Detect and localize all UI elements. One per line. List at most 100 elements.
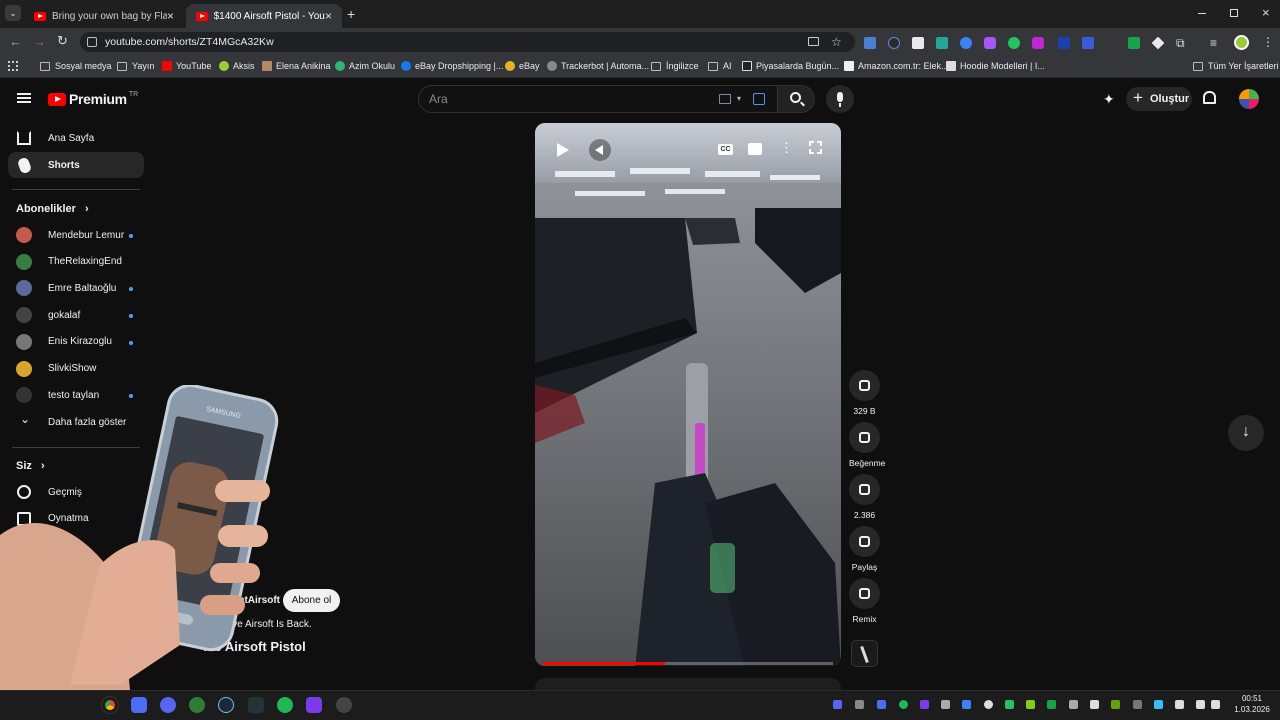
more-options-icon[interactable]: ⋮	[780, 140, 793, 156]
extension-tool-icon[interactable]	[1082, 37, 1094, 49]
discord-taskbar-icon[interactable]	[160, 697, 176, 713]
bookmark-star-icon[interactable]: ☆	[831, 32, 842, 52]
app-taskbar-icon[interactable]	[131, 697, 147, 713]
hamburger-menu-icon[interactable]	[17, 93, 31, 103]
browser-menu-icon[interactable]: ⋮	[1262, 35, 1274, 49]
play-button-icon[interactable]	[557, 143, 569, 157]
restore-icon[interactable]	[1230, 9, 1238, 17]
tray-icon[interactable]	[1133, 700, 1142, 709]
tab-airsoft[interactable]: $1400 Airsoft Pistol - YouTube ×	[186, 4, 342, 28]
bookmark-folder[interactable]: Yayın	[117, 61, 154, 71]
microphone-tray-icon[interactable]	[1175, 700, 1184, 709]
voice-search-button[interactable]	[826, 85, 854, 113]
share-button[interactable]: Paylaş	[849, 526, 880, 572]
tab-search-button[interactable]: ⌄	[5, 5, 21, 21]
youtube-logo[interactable]: Premium TR	[48, 91, 138, 107]
tray-icon[interactable]	[899, 700, 908, 709]
quality-settings-icon[interactable]	[748, 143, 762, 155]
volume-icon[interactable]	[589, 139, 611, 161]
keyboard-icon[interactable]	[719, 94, 731, 104]
network-icon[interactable]	[1196, 700, 1205, 709]
chrome-taskbar-icon[interactable]	[101, 696, 119, 714]
extension-translate-icon[interactable]	[864, 37, 876, 49]
extension-tool-icon[interactable]	[984, 37, 996, 49]
app-taskbar-icon[interactable]	[306, 697, 322, 713]
subscription-item[interactable]: SlivkiShow	[8, 356, 144, 382]
close-window-icon[interactable]: ×	[1262, 5, 1270, 20]
bookmark-folder[interactable]: İngilizce	[651, 61, 699, 71]
bookmark-item[interactable]: Amazon.com.tr: Elek...	[844, 61, 949, 71]
sidebar-item-home[interactable]: Ana Sayfa	[8, 125, 144, 151]
bookmark-item[interactable]: Trackerbot | Automa...	[547, 61, 649, 71]
tray-icon[interactable]	[1069, 700, 1078, 709]
extension-tool-icon[interactable]	[936, 37, 948, 49]
video-progress-track[interactable]	[543, 662, 833, 665]
close-tab-icon[interactable]: ×	[325, 9, 332, 23]
reading-list-icon[interactable]: ≡	[1210, 36, 1217, 50]
bookmark-folder[interactable]: Sosyal medya	[40, 61, 112, 71]
subscription-item[interactable]: Enis Kirazoglu	[8, 329, 144, 355]
extension-tool-icon[interactable]	[1128, 37, 1140, 49]
subscription-item[interactable]: Mendebur Lemur	[8, 222, 144, 248]
thumbs-up-button[interactable]: 329 B	[849, 370, 880, 416]
spotify-taskbar-icon[interactable]	[277, 697, 293, 713]
thumbs-down-button[interactable]: Beğenme	[849, 422, 885, 468]
forward-icon[interactable]: →	[33, 34, 46, 49]
new-tab-icon[interactable]: +	[347, 6, 355, 22]
bluetooth-icon[interactable]	[962, 700, 971, 709]
tray-icon[interactable]	[1026, 700, 1035, 709]
extension-tool-icon[interactable]	[1008, 37, 1020, 49]
extension-tool-icon[interactable]	[912, 37, 924, 49]
search-input[interactable]: Ara ▾	[418, 85, 778, 113]
tray-icon[interactable]	[877, 700, 886, 709]
tray-icon[interactable]	[1111, 700, 1120, 709]
tray-icon[interactable]	[1047, 700, 1056, 709]
remix-button[interactable]: Remix	[849, 578, 880, 624]
bookmark-item[interactable]: eBay Dropshipping |...	[401, 61, 503, 71]
account-avatar[interactable]	[1239, 89, 1259, 109]
app-taskbar-icon[interactable]	[248, 697, 264, 713]
tab-flavor[interactable]: Bring your own bag by Flavor H ×	[24, 4, 184, 28]
install-app-icon[interactable]	[808, 37, 819, 46]
bookmark-item[interactable]: eBay	[505, 61, 540, 71]
search-button[interactable]	[777, 85, 815, 113]
subscribe-button[interactable]: Abone ol	[283, 589, 340, 612]
channel-thumbnail[interactable]	[851, 640, 878, 667]
create-button[interactable]: + Oluştur	[1126, 87, 1192, 111]
site-info-icon[interactable]	[87, 37, 97, 47]
tray-icon[interactable]	[1005, 700, 1014, 709]
xbox-taskbar-icon[interactable]	[189, 697, 205, 713]
bookmark-item[interactable]: YouTube	[162, 61, 211, 71]
create-sparkle-icon[interactable]: ✦	[1103, 91, 1115, 108]
next-short-button[interactable]: ↓	[1228, 415, 1264, 451]
address-bar[interactable]: youtube.com/shorts/ZT4MGcA32Kw ☆	[80, 32, 855, 52]
bookmark-item[interactable]: Aksis	[219, 61, 255, 71]
sidebar-item-shorts[interactable]: Shorts	[8, 152, 144, 178]
tray-icon[interactable]	[1090, 700, 1099, 709]
taskbar-clock[interactable]: 00:51 1.03.2026	[1230, 693, 1274, 715]
tray-icon[interactable]	[1154, 700, 1163, 709]
extension-tool-icon[interactable]	[1032, 37, 1044, 49]
extension-tool-icon[interactable]	[960, 37, 972, 49]
tray-icon[interactable]	[920, 700, 929, 709]
subscription-item[interactable]: gokalaf	[8, 302, 144, 328]
extension-readaloud-icon[interactable]	[888, 37, 900, 49]
tray-icon[interactable]	[833, 700, 842, 709]
captions-icon[interactable]: CC	[718, 144, 733, 155]
fullscreen-icon[interactable]	[809, 141, 822, 154]
notifications-bell-icon[interactable]	[1203, 91, 1216, 104]
subscriptions-heading[interactable]: Abonelikler ›	[16, 203, 89, 215]
profile-avatar-icon[interactable]	[1234, 35, 1249, 50]
extension-tool-icon[interactable]	[1058, 37, 1070, 49]
short-video-player[interactable]: CC ⋮	[535, 123, 841, 666]
tray-icon[interactable]	[941, 700, 950, 709]
subscription-item[interactable]: TheRelaxingEnd	[8, 249, 144, 275]
apps-grid-icon[interactable]	[8, 61, 18, 71]
visual-search-icon[interactable]	[753, 93, 765, 105]
comment-button[interactable]: 2.386	[849, 474, 880, 520]
back-icon[interactable]: ←	[9, 34, 22, 49]
tray-icon[interactable]	[984, 700, 993, 709]
extensions-puzzle-icon[interactable]: ⧉	[1176, 36, 1185, 51]
minimize-icon[interactable]	[1198, 13, 1206, 14]
bookmark-item[interactable]: Piyasalarda Bugün...	[742, 61, 839, 71]
